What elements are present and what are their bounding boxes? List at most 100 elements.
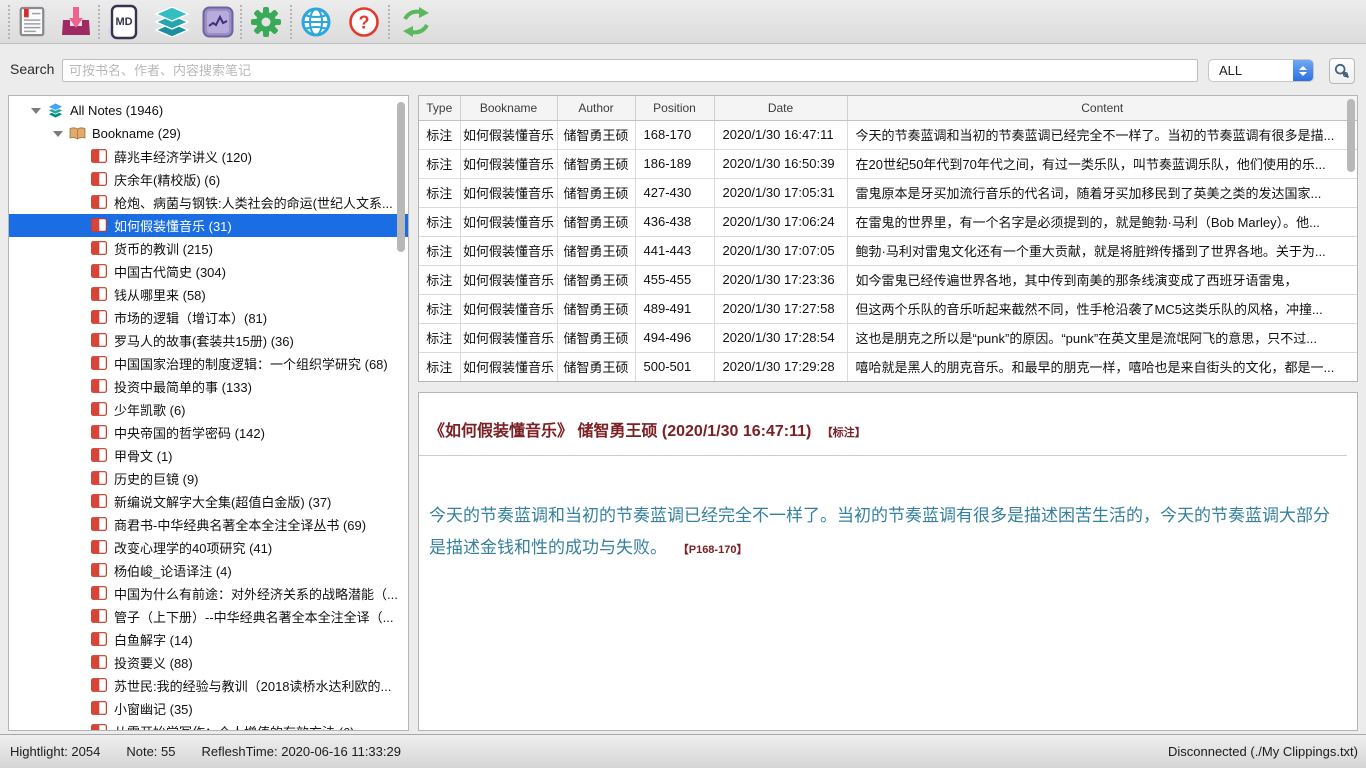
tree-book-item[interactable]: 中国国家治理的制度逻辑：一个组织学研究 (68) [9,352,408,375]
note-cell: 2020/1/30 17:05:31 [714,178,847,207]
note-row[interactable]: 标注如何假装懂音乐储智勇王硕168-1702020/1/30 16:47:11今… [419,120,1357,149]
tree-book-item[interactable]: 投资要义 (88) [9,651,408,674]
tree-book-item[interactable]: 杨伯峻_论语译注 (4) [9,559,408,582]
note-cell: 如何假装懂音乐 [460,120,557,149]
tree-item-label: 庆余年(精校版) (6) [114,170,220,189]
search-input[interactable] [62,59,1198,82]
select-stepper-icon [1293,60,1313,81]
filter-select[interactable]: ALL [1208,59,1314,82]
disclosure-triangle-icon[interactable] [53,131,63,137]
tree-book-item[interactable]: 薛兆丰经济学讲义 (120) [9,145,408,168]
tree-book-item[interactable]: 钱从哪里来 (58) [9,283,408,306]
website-button[interactable] [292,0,340,44]
settings-button[interactable] [242,0,290,44]
tree-book-item[interactable]: 中央帝国的哲学密码 (142) [9,421,408,444]
tree-book-item[interactable]: 新编说文解字大全集(超值白金版) (37) [9,490,408,513]
gear-icon [250,6,282,38]
note-cell: 如何假装懂音乐 [460,323,557,352]
column-header-content[interactable]: Content [847,96,1357,120]
sidebar-scrollbar-thumb[interactable] [397,102,405,252]
book-icon [91,149,108,164]
tree-book-item[interactable]: 历史的巨镜 (9) [9,467,408,490]
column-header-author[interactable]: Author [557,96,635,120]
note-cell: 但这两个乐队的音乐听起来截然不同，性手枪沿袭了MC5这类乐队的风格，冲撞... [847,294,1357,323]
note-row[interactable]: 标注如何假装懂音乐储智勇王硕494-4962020/1/30 17:28:54这… [419,323,1357,352]
tree-book-item[interactable]: 管子（上下册）--中华经典名著全本全注全译（... [9,605,408,628]
book-icon [91,287,108,302]
detail-title-text: 《如何假装懂音乐》 储智勇王硕 (2020/1/30 16:47:11) [429,423,811,440]
tree-book-item[interactable]: 罗马人的故事(套装共15册) (36) [9,329,408,352]
tree-book-item[interactable]: 市场的逻辑（增订本）(81) [9,306,408,329]
tree-book-item[interactable]: 少年凯歌 (6) [9,398,408,421]
magnifier-icon [1334,63,1350,79]
note-row[interactable]: 标注如何假装懂音乐储智勇王硕455-4552020/1/30 17:23:36如… [419,265,1357,294]
tree-book-item[interactable]: 货币的教训 (215) [9,237,408,260]
stats-chart-icon [202,6,234,38]
table-scrollbar-thumb[interactable] [1347,99,1355,172]
import-button[interactable] [54,0,98,44]
detail-type-tag: 【标注】 [822,427,866,439]
note-cell: 2020/1/30 17:23:36 [714,265,847,294]
layers-button[interactable] [148,0,196,44]
tree-item-label: 中国为什么有前途：对外经济关系的战略潜能（... [114,584,398,603]
column-header-type[interactable]: Type [419,96,460,120]
note-cell: 2020/1/30 17:29:28 [714,352,847,381]
note-row[interactable]: 标注如何假装懂音乐储智勇王硕441-4432020/1/30 17:07:05鲍… [419,236,1357,265]
column-header-position[interactable]: Position [635,96,714,120]
tree-book-item[interactable]: 如何假装懂音乐 (31) [9,214,408,237]
tree-book-item[interactable]: 苏世民:我的经验与教训（2018读桥水达利欧的... [9,674,408,697]
note-cell: 储智勇王硕 [557,294,635,323]
toolbar: MD [0,0,1366,44]
sidebar-book-tree: All Notes (1946)Bookname (29)薛兆丰经济学讲义 (1… [8,95,409,731]
tree-book-item[interactable]: 中国古代简史 (304) [9,260,408,283]
markdown-export-button[interactable]: MD [100,0,148,44]
note-cell: 鲍勃·马利对雷鬼文化还有一个重大贡献，就是将脏辫传播到了世界各地。关于为... [847,236,1357,265]
notes-button[interactable] [10,0,54,44]
book-icon [91,218,108,233]
refresh-button[interactable] [390,0,442,44]
note-row[interactable]: 标注如何假装懂音乐储智勇王硕186-1892020/1/30 16:50:39在… [419,149,1357,178]
help-button[interactable]: ? [340,0,388,44]
note-cell: 储智勇王硕 [557,120,635,149]
search-go-button[interactable] [1329,58,1355,84]
tree-book-item[interactable]: 庆余年(精校版) (6) [9,168,408,191]
note-cell: 186-189 [635,149,714,178]
note-cell: 储智勇王硕 [557,207,635,236]
note-cell: 标注 [419,120,460,149]
status-highlight-count: Hightlight: 2054 [10,744,100,759]
book-tree-list: All Notes (1946)Bookname (29)薛兆丰经济学讲义 (1… [9,99,408,731]
detail-title: 《如何假装懂音乐》 储智勇王硕 (2020/1/30 16:47:11) 【标注… [429,417,1347,441]
note-cell: 如何假装懂音乐 [460,294,557,323]
tree-book-item[interactable]: 甲骨文 (1) [9,444,408,467]
book-icon [91,724,108,731]
note-row[interactable]: 标注如何假装懂音乐储智勇王硕500-5012020/1/30 17:29:28嘻… [419,352,1357,381]
tree-book-item[interactable]: 商君书-中华经典名著全本全注全译丛书 (69) [9,513,408,536]
note-row[interactable]: 标注如何假装懂音乐储智勇王硕427-4302020/1/30 17:05:31雷… [419,178,1357,207]
tree-book-item[interactable]: 投资中最简单的事 (133) [9,375,408,398]
table-header-row: TypeBooknameAuthorPositionDateContent [419,96,1357,120]
disclosure-triangle-icon[interactable] [31,108,41,114]
note-cell: 标注 [419,265,460,294]
tree-book-item[interactable]: 白鱼解字 (14) [9,628,408,651]
note-row[interactable]: 标注如何假装懂音乐储智勇王硕489-4912020/1/30 17:27:58但… [419,294,1357,323]
tree-book-item[interactable]: 从零开始学写作：个人增值的有效方法 (6) [9,720,408,731]
tree-group-item[interactable]: Bookname (29) [9,122,408,145]
status-left: Hightlight: 2054 Note: 55 RefleshTime: 2… [0,744,401,759]
tree-book-item[interactable]: 枪炮、病菌与钢铁:人类社会的命运(世纪人文系... [9,191,408,214]
tree-item-label: 中央帝国的哲学密码 (142) [114,423,265,442]
status-note-count: Note: 55 [126,744,175,759]
tree-book-item[interactable]: 改变心理学的40项研究 (41) [9,536,408,559]
note-cell: 2020/1/30 16:47:11 [714,120,847,149]
tree-book-item[interactable]: 小窗幽记 (35) [9,697,408,720]
note-cell: 489-491 [635,294,714,323]
column-header-date[interactable]: Date [714,96,847,120]
note-row[interactable]: 标注如何假装懂音乐储智勇王硕436-4382020/1/30 17:06:24在… [419,207,1357,236]
layers-icon [155,7,189,37]
column-header-bookname[interactable]: Bookname [460,96,557,120]
stats-button[interactable] [196,0,240,44]
tree-book-item[interactable]: 中国为什么有前途：对外经济关系的战略潜能（... [9,582,408,605]
tree-group-item[interactable]: All Notes (1946) [9,99,408,122]
refresh-sync-icon [399,6,433,38]
note-cell: 436-438 [635,207,714,236]
book-icon [91,494,108,509]
